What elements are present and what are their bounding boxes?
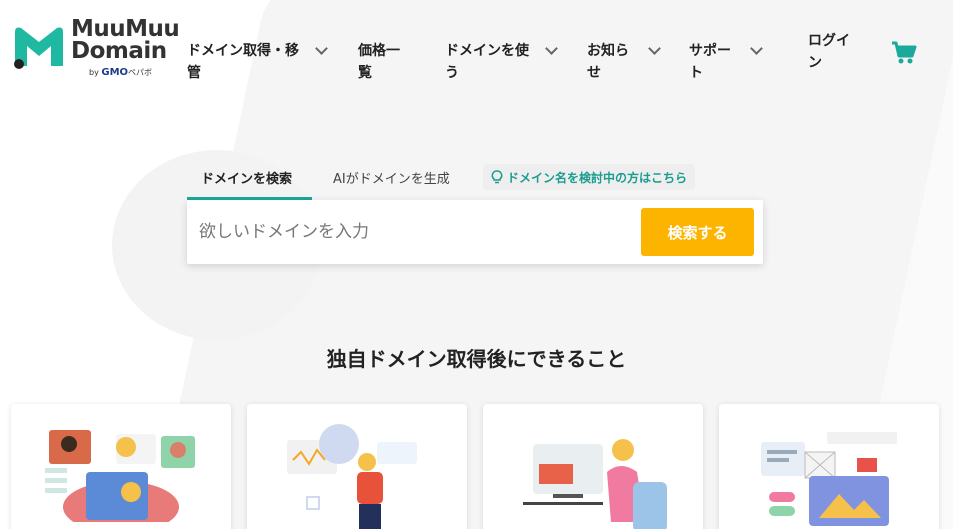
muumuu-logo[interactable]: MuuMuu Domain by GMOペパボ — [11, 16, 180, 80]
cart-icon[interactable] — [891, 40, 917, 66]
nav-support[interactable]: サポート — [689, 40, 731, 84]
chevron-down-icon[interactable] — [750, 42, 763, 55]
feature-card[interactable] — [483, 404, 703, 529]
analytics-illustration — [287, 424, 417, 529]
tab-ai-generate[interactable]: AIがドメインを生成 — [333, 168, 450, 187]
video-meeting-illustration — [45, 430, 195, 522]
search-box: 検索する — [187, 200, 763, 264]
tab-domain-search[interactable]: ドメインを検索 — [201, 168, 292, 187]
chevron-down-icon[interactable] — [648, 42, 661, 55]
feature-card[interactable] — [247, 404, 467, 529]
domain-idea-link[interactable]: ドメイン名を検討中の方はこちら — [483, 164, 696, 190]
feature-card[interactable] — [11, 404, 231, 529]
nav-news[interactable]: お知らせ — [587, 40, 629, 84]
nav-use-domain[interactable]: ドメインを使う — [445, 40, 529, 84]
search-button[interactable]: 検索する — [641, 208, 754, 256]
feature-card[interactable] — [719, 404, 939, 529]
site-header: MuuMuu Domain by GMOペパボ ドメイン取得・移管 価格一覧 ド… — [0, 0, 953, 100]
workstation-illustration — [523, 439, 667, 529]
web-builder-illustration — [761, 432, 897, 526]
logo-byline: by GMOペパボ — [89, 67, 153, 78]
nav-domain-acquire[interactable]: ドメイン取得・移管 — [187, 40, 299, 84]
nav-pricing[interactable]: 価格一覧 — [358, 40, 400, 84]
section-title: 独自ドメイン取得後にできること — [326, 347, 627, 371]
nav-login[interactable]: ログイン — [808, 30, 850, 74]
domain-search-input[interactable] — [199, 210, 629, 254]
chevron-down-icon[interactable] — [315, 42, 328, 55]
logo-wordmark: MuuMuu Domain — [71, 16, 180, 64]
lightbulb-icon — [491, 170, 503, 184]
chevron-down-icon[interactable] — [545, 42, 558, 55]
logo-mark-icon — [14, 27, 63, 69]
